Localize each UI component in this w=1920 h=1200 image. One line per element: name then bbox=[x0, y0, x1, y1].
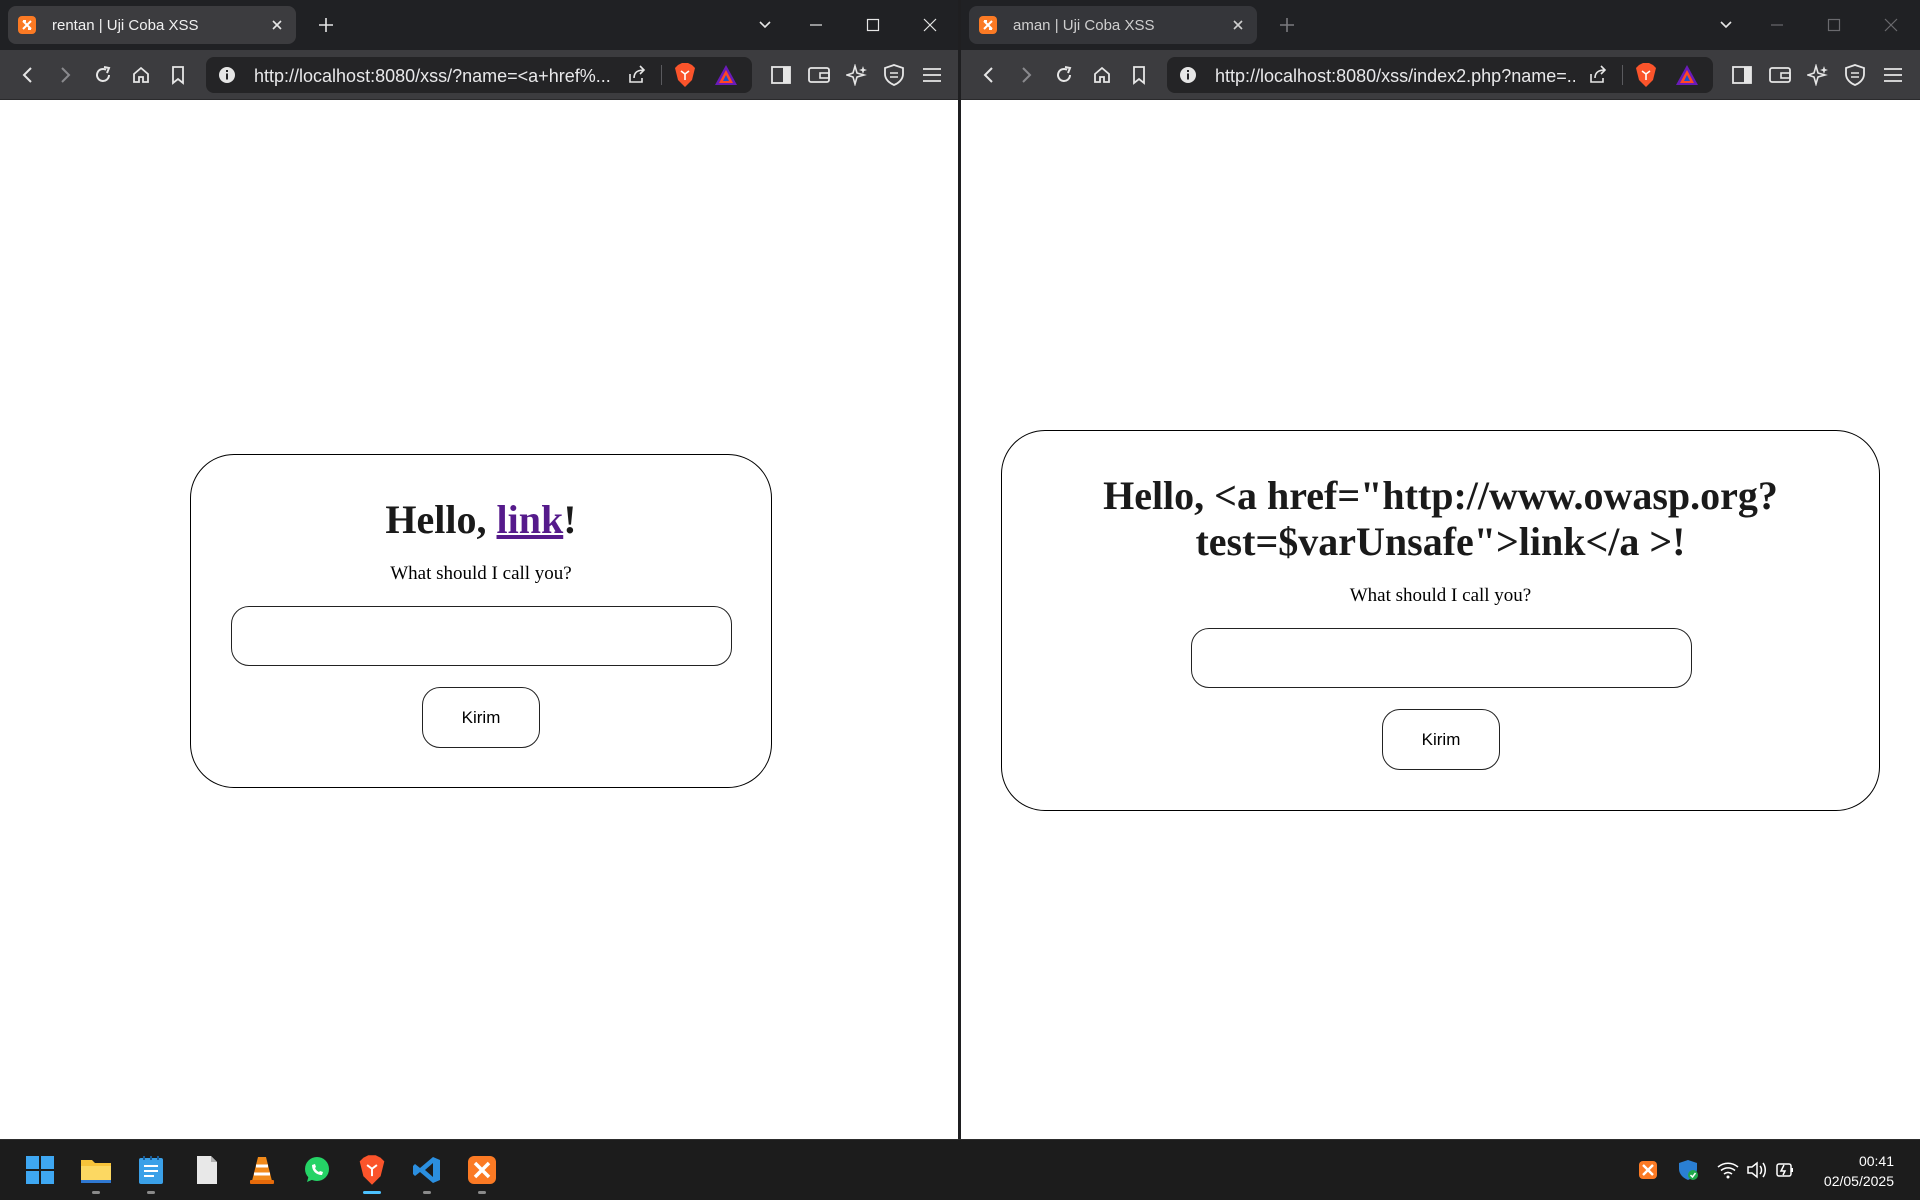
minimize-icon[interactable] bbox=[1764, 12, 1790, 38]
close-tab-icon[interactable] bbox=[1229, 16, 1247, 34]
share-icon[interactable] bbox=[1587, 64, 1609, 91]
volume-icon[interactable] bbox=[1745, 1158, 1769, 1182]
submit-button[interactable]: Kirim bbox=[422, 687, 540, 748]
tab-list-chevron-icon[interactable] bbox=[1713, 12, 1739, 38]
tab-list-chevron-icon[interactable] bbox=[752, 12, 778, 38]
bookmark-icon[interactable] bbox=[1126, 62, 1152, 88]
browser-window-left: rentan | Uji Coba XSS http://localhost:8… bbox=[0, 0, 960, 1139]
vscode-icon[interactable] bbox=[407, 1150, 447, 1194]
vpn-icon[interactable] bbox=[881, 62, 907, 88]
divider bbox=[1622, 65, 1623, 85]
maximize-icon[interactable] bbox=[1821, 12, 1847, 38]
title-bar: aman | Uji Coba XSS bbox=[961, 0, 1920, 50]
brave-shields-icon[interactable] bbox=[674, 62, 696, 93]
divider bbox=[661, 65, 662, 85]
close-tab-icon[interactable] bbox=[268, 16, 286, 34]
vpn-icon[interactable] bbox=[1842, 62, 1868, 88]
brave-rewards-icon[interactable] bbox=[1675, 64, 1699, 91]
back-icon[interactable] bbox=[976, 62, 1002, 88]
tab-title: aman | Uji Coba XSS bbox=[1013, 16, 1155, 34]
close-window-icon[interactable] bbox=[1878, 12, 1904, 38]
system-clock[interactable]: 00:41 02/05/2025 bbox=[1824, 1151, 1894, 1191]
bookmark-icon[interactable] bbox=[165, 62, 191, 88]
greeting-line-1: Hello, <a href="http://www.owasp.org? bbox=[1103, 473, 1778, 518]
wallet-icon[interactable] bbox=[806, 62, 832, 88]
greeting-line-2: test=$varUnsafe">link</a >! bbox=[1195, 519, 1686, 564]
url-text[interactable]: http://localhost:8080/xss/index2.php?nam… bbox=[1215, 66, 1575, 87]
address-bar[interactable]: http://localhost:8080/xss/index2.php?nam… bbox=[1167, 57, 1713, 93]
tab-aman[interactable]: aman | Uji Coba XSS bbox=[969, 6, 1257, 44]
home-icon[interactable] bbox=[128, 62, 154, 88]
taskbar: 00:41 02/05/2025 bbox=[0, 1139, 1920, 1200]
security-icon[interactable] bbox=[1676, 1158, 1700, 1182]
minimize-icon[interactable] bbox=[803, 12, 829, 38]
share-icon[interactable] bbox=[626, 64, 648, 91]
clock-date: 02/05/2025 bbox=[1823, 1173, 1894, 1189]
name-prompt: What should I call you? bbox=[1349, 585, 1532, 606]
site-info-icon[interactable] bbox=[1179, 66, 1197, 89]
notepad-icon[interactable] bbox=[131, 1150, 171, 1194]
browser-window-right: aman | Uji Coba XSS http://localhost:808… bbox=[961, 0, 1920, 1139]
new-tab-icon[interactable] bbox=[314, 13, 338, 37]
sidebar-icon[interactable] bbox=[768, 62, 794, 88]
new-tab-icon[interactable] bbox=[1275, 13, 1299, 37]
address-bar[interactable]: http://localhost:8080/xss/?name=<a+href%… bbox=[206, 57, 752, 93]
xampp-tray-icon[interactable] bbox=[1636, 1158, 1660, 1182]
document-icon[interactable] bbox=[187, 1150, 227, 1190]
browser-toolbar: http://localhost:8080/xss/index2.php?nam… bbox=[961, 50, 1920, 100]
page-content: Hello, link! What should I call you? Kir… bbox=[0, 101, 958, 1139]
url-text[interactable]: http://localhost:8080/xss/?name=<a+href%… bbox=[254, 66, 614, 87]
menu-icon[interactable] bbox=[1880, 62, 1906, 88]
leo-ai-icon[interactable] bbox=[844, 62, 870, 88]
reload-icon[interactable] bbox=[1051, 62, 1077, 88]
brave-rewards-icon[interactable] bbox=[714, 64, 738, 91]
injected-link[interactable]: link bbox=[497, 497, 564, 542]
back-icon[interactable] bbox=[15, 62, 41, 88]
close-window-icon[interactable] bbox=[917, 12, 943, 38]
xampp-icon[interactable] bbox=[462, 1150, 502, 1194]
start-icon[interactable] bbox=[20, 1150, 60, 1190]
name-input[interactable] bbox=[1191, 628, 1692, 688]
greeting-heading: Hello, <a href="http://www.owasp.org? te… bbox=[1002, 473, 1879, 565]
browser-toolbar: http://localhost:8080/xss/?name=<a+href%… bbox=[0, 50, 958, 100]
tab-title: rentan | Uji Coba XSS bbox=[52, 16, 199, 34]
title-bar: rentan | Uji Coba XSS bbox=[0, 0, 958, 50]
xampp-favicon-icon bbox=[18, 16, 36, 34]
clock-time: 00:41 bbox=[1858, 1153, 1894, 1169]
reload-icon[interactable] bbox=[90, 62, 116, 88]
sidebar-icon[interactable] bbox=[1729, 62, 1755, 88]
xampp-favicon-icon bbox=[979, 16, 997, 34]
name-input[interactable] bbox=[231, 606, 732, 666]
brave-shields-icon[interactable] bbox=[1635, 62, 1657, 93]
vlc-icon[interactable] bbox=[242, 1150, 282, 1190]
page-content: Hello, <a href="http://www.owasp.org? te… bbox=[961, 101, 1920, 1139]
forward-icon[interactable] bbox=[52, 62, 78, 88]
greeting-card: Hello, link! What should I call you? Kir… bbox=[190, 454, 772, 788]
whatsapp-icon[interactable] bbox=[297, 1150, 337, 1190]
greeting-card: Hello, <a href="http://www.owasp.org? te… bbox=[1001, 430, 1880, 811]
file-explorer-icon[interactable] bbox=[76, 1150, 116, 1194]
wallet-icon[interactable] bbox=[1767, 62, 1793, 88]
home-icon[interactable] bbox=[1089, 62, 1115, 88]
wifi-icon[interactable] bbox=[1716, 1158, 1740, 1182]
menu-icon[interactable] bbox=[919, 62, 945, 88]
leo-ai-icon[interactable] bbox=[1805, 62, 1831, 88]
tab-rentan[interactable]: rentan | Uji Coba XSS bbox=[8, 6, 296, 44]
forward-icon[interactable] bbox=[1013, 62, 1039, 88]
site-info-icon[interactable] bbox=[218, 66, 236, 89]
greeting-heading: Hello, link! bbox=[385, 497, 577, 542]
submit-button[interactable]: Kirim bbox=[1382, 709, 1500, 770]
maximize-icon[interactable] bbox=[860, 12, 886, 38]
brave-icon[interactable] bbox=[352, 1150, 392, 1194]
battery-icon[interactable] bbox=[1774, 1158, 1798, 1182]
name-prompt: What should I call you? bbox=[390, 563, 572, 584]
